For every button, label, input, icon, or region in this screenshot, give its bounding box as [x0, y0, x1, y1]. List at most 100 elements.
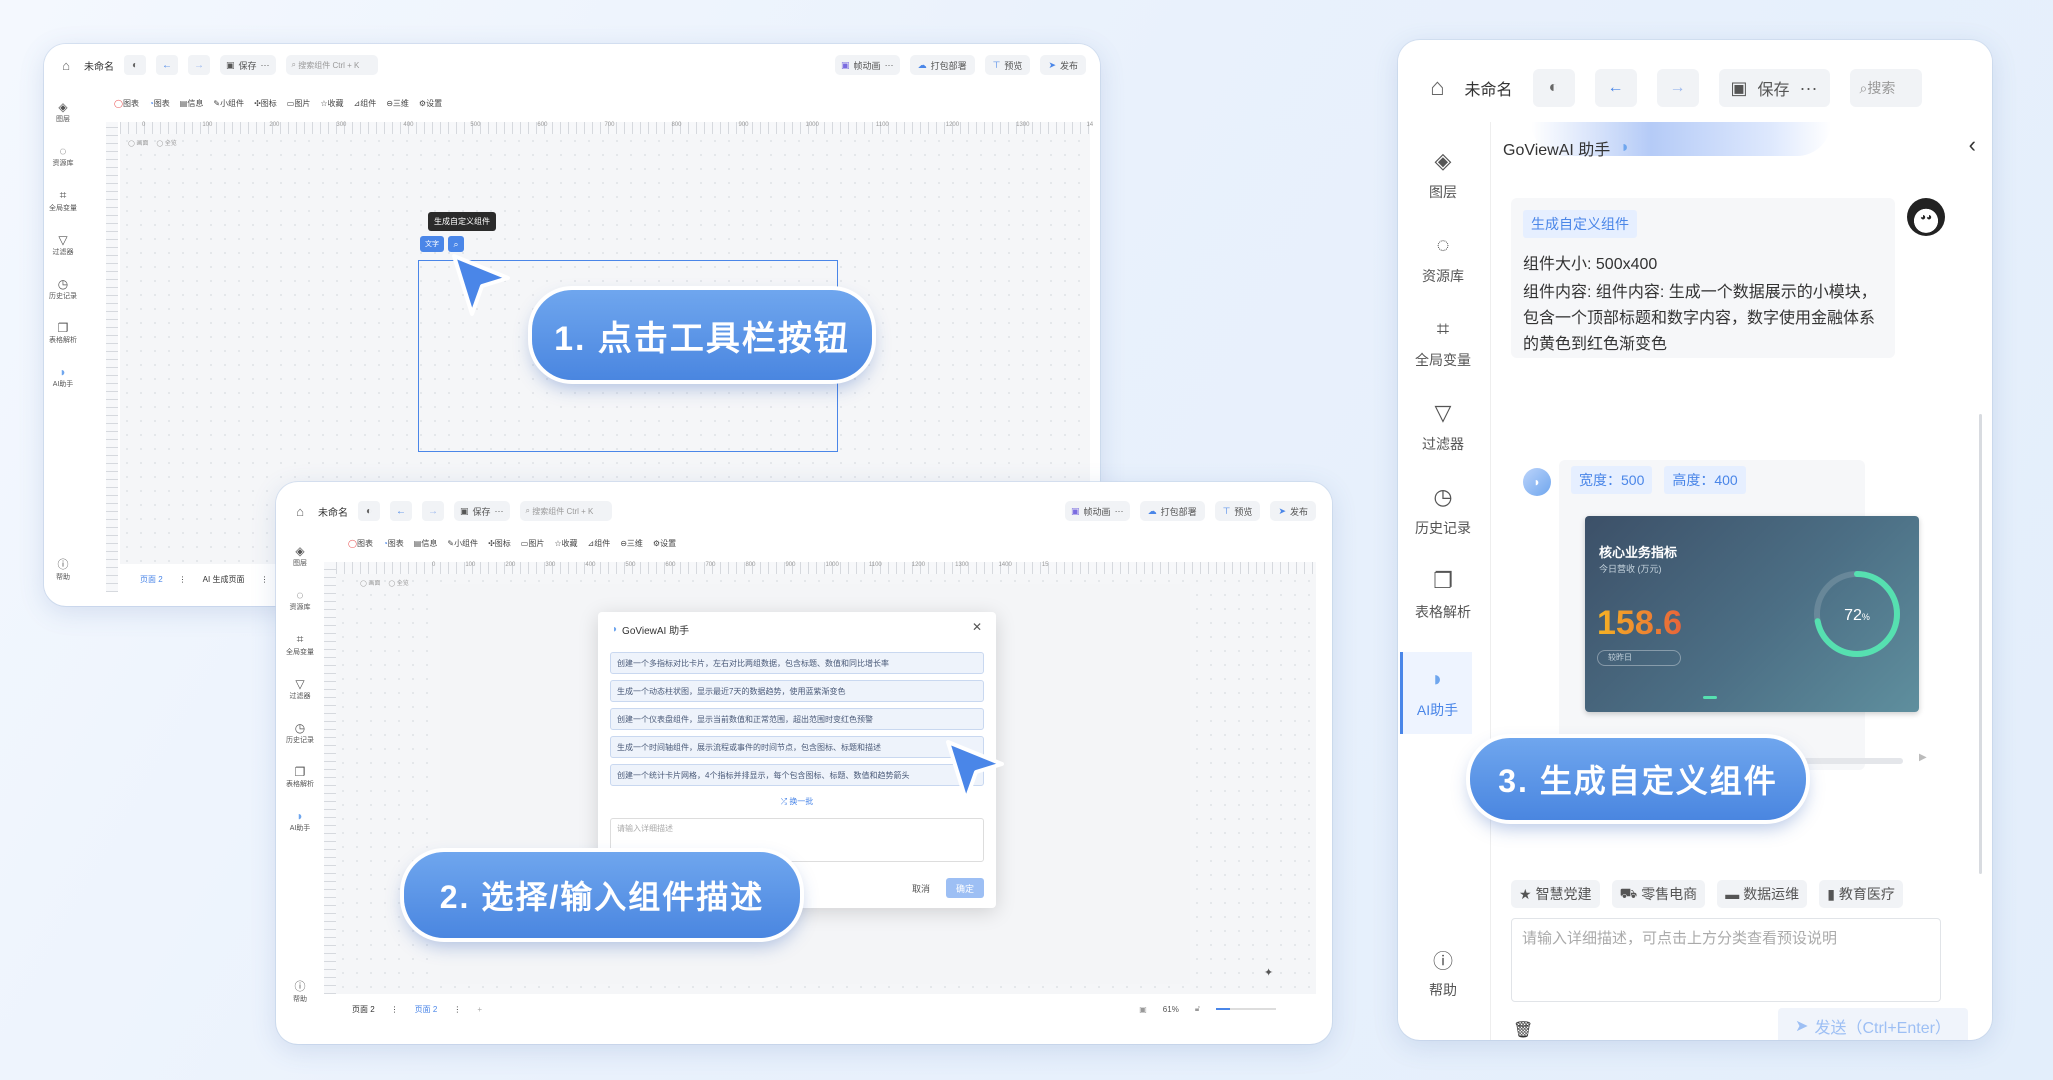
sidebar-item-variables[interactable]: ⌗ 全局变量 — [286, 632, 314, 657]
send-button[interactable]: ➤ 发送（Ctrl+Enter） — [1778, 1008, 1968, 1040]
toggle-overview[interactable]: ◯ 全览 — [388, 578, 408, 587]
sidebar-item-filter[interactable]: ▽ 过滤器 — [53, 233, 74, 257]
lock-icon[interactable]: 🔓︎ — [1195, 1004, 1200, 1014]
collapse-icon[interactable]: ‹ — [1969, 132, 1976, 158]
text-button[interactable]: 文字 — [420, 236, 444, 252]
sidebar-item-resources[interactable]: ◌ 资源库 — [53, 144, 74, 168]
sidebar-item-variables[interactable]: ⌗ 全局变量 — [1415, 316, 1471, 370]
category-retail[interactable]: ⛟ 零售电商 — [1611, 880, 1706, 908]
category-ops[interactable]: ▬ 数据运维 — [1717, 880, 1808, 908]
toggle-overview[interactable]: ◯ 全览 — [156, 138, 176, 147]
save-button[interactable]: ▣ 保存 ··· — [220, 55, 276, 75]
tab-component[interactable]: ⊿组件 — [354, 98, 377, 109]
undo-icon[interactable]: ← — [1594, 69, 1637, 107]
home-icon[interactable]: ⌂ — [292, 504, 308, 519]
sidebar-item-history[interactable]: ◷ 历史记录 — [49, 277, 77, 301]
tab-info[interactable]: ▤信息 — [180, 98, 204, 109]
sidebar-item-layers[interactable]: ◈ 图层 — [1429, 148, 1457, 202]
tab-settings[interactable]: ⚙设置 — [653, 538, 676, 549]
refresh-button[interactable]: ⤮ 换一批 — [598, 796, 996, 807]
page-tab-active[interactable]: 页面 2 — [415, 1004, 438, 1015]
tab-image[interactable]: ▭图片 — [521, 538, 545, 549]
save-button[interactable]: ▣ 保存 ··· — [454, 501, 510, 521]
sidebar-item-variables[interactable]: ⌗ 全局变量 — [49, 188, 77, 213]
tab-settings[interactable]: ⚙设置 — [419, 98, 442, 109]
tab-icon[interactable]: ✣图标 — [488, 538, 511, 549]
suggestion-item[interactable]: 生成一个动态柱状图，显示最近7天的数据趋势，使用蓝紫渐变色 — [610, 680, 984, 702]
suggestion-item[interactable]: 创建一个多指标对比卡片，左右对比两组数据，包含标题、数值和同比增长率 — [610, 652, 984, 674]
sidebar-help[interactable]: ⓘ 帮助 — [56, 556, 70, 582]
preview-button[interactable]: ⊤ 预览 — [984, 55, 1031, 75]
tab-chart[interactable]: ◯图表 — [114, 98, 139, 109]
tab-chart-2[interactable]: ◔图表 — [383, 538, 404, 549]
sidebar-help[interactable]: ⓘ 帮助 — [1429, 945, 1457, 1000]
preview-button[interactable]: ⊤ 预览 — [1214, 501, 1261, 521]
theme-icon[interactable]: ◐ — [1532, 69, 1575, 107]
tab-icon[interactable]: ✣图标 — [254, 98, 277, 109]
sidebar-item-layers[interactable]: ◈ 图层 — [56, 100, 70, 124]
home-icon[interactable]: ⌂ — [1430, 74, 1445, 102]
suggestion-item[interactable]: 生成一个时间轴组件，展示流程或事件的时间节点，包含图标、标题和描述 — [610, 736, 984, 758]
ai-page-tab[interactable]: AI 生成页面 — [203, 574, 245, 585]
search-input[interactable]: ⌕ 搜索 — [1849, 69, 1922, 107]
sidebar-item-table[interactable]: ❐ 表格解析 — [286, 765, 314, 789]
category-smart-party[interactable]: ★ 智慧党建 — [1511, 880, 1600, 908]
home-icon[interactable]: ⌂ — [58, 58, 74, 73]
sidebar-item-layers[interactable]: ◈ 图层 — [293, 544, 307, 568]
tab-chart-2[interactable]: ◔图表 — [149, 98, 170, 109]
sidebar-item-filter[interactable]: ▽ 过滤器 — [1422, 400, 1464, 454]
toggle-canvas[interactable]: ◯ 画面 — [128, 138, 148, 147]
add-page-icon[interactable]: + — [477, 1005, 482, 1014]
tab-image[interactable]: ▭图片 — [287, 98, 311, 109]
publish-button[interactable]: ➤ 发布 — [1270, 501, 1316, 521]
cancel-button[interactable]: 取消 — [901, 878, 940, 898]
tab-favorite[interactable]: ☆收藏 — [554, 538, 577, 549]
animation-button[interactable]: ▣ 帧动画 ··· — [1065, 501, 1130, 521]
tab-widget[interactable]: ✎小组件 — [213, 98, 244, 109]
zoom-level[interactable]: 61% — [1163, 1005, 1179, 1014]
component-preview[interactable]: 核心业务指标 今日营收 (万元) 158.6 较昨日 72% — [1585, 516, 1919, 712]
tab-widget[interactable]: ✎小组件 — [447, 538, 478, 549]
tab-3d[interactable]: ⊖三维 — [620, 538, 643, 549]
package-button[interactable]: ☁ 打包部署 — [909, 55, 975, 75]
generate-component-button[interactable]: ⌕ — [448, 236, 464, 252]
sidebar-item-table[interactable]: ❐ 表格解析 — [1415, 568, 1471, 622]
close-icon[interactable]: ✕ — [972, 620, 982, 634]
undo-icon[interactable]: ← — [156, 55, 178, 75]
sidebar-item-ai[interactable]: ◗ AI助手 — [290, 809, 311, 833]
trash-icon[interactable]: 🗑︎ — [1513, 1020, 1533, 1040]
theme-icon[interactable]: ◐ — [358, 501, 380, 521]
sidebar-item-resources[interactable]: ◌ 资源库 — [1422, 232, 1464, 286]
tab-favorite[interactable]: ☆收藏 — [320, 98, 343, 109]
sidebar-help[interactable]: ⓘ 帮助 — [293, 978, 307, 1004]
suggestion-item[interactable]: 创建一个统计卡片网格，4个指标并排显示，每个包含图标、标题、数值和趋势箭头 — [610, 764, 984, 786]
sidebar-item-filter[interactable]: ▽ 过滤器 — [290, 677, 311, 701]
undo-icon[interactable]: ← — [390, 501, 412, 521]
redo-icon[interactable]: → — [422, 501, 444, 521]
animation-button[interactable]: ▣ 帧动画 ··· — [835, 55, 900, 75]
layout-icon[interactable]: ▣ — [1139, 1005, 1147, 1014]
toggle-canvas[interactable]: ◯ 画面 — [360, 578, 380, 587]
sidebar-item-history[interactable]: ◷ 历史记录 — [286, 721, 314, 745]
theme-icon[interactable]: ◐ — [124, 55, 146, 75]
package-button[interactable]: ☁ 打包部署 — [1139, 501, 1205, 521]
tab-info[interactable]: ▤信息 — [414, 538, 438, 549]
confirm-button[interactable]: 确定 — [946, 878, 984, 898]
sidebar-item-ai[interactable]: ◗ AI助手 — [53, 365, 74, 389]
scroll-right-icon[interactable]: ▶ — [1919, 752, 1927, 763]
tab-3d[interactable]: ⊖三维 — [386, 98, 409, 109]
page-tab[interactable]: 页面 2 — [352, 1004, 375, 1015]
redo-icon[interactable]: → — [1656, 69, 1699, 107]
save-button[interactable]: ▣ 保存 ··· — [1718, 69, 1830, 107]
panel-scrollbar[interactable] — [1979, 414, 1982, 874]
sidebar-item-table[interactable]: ❐ 表格解析 — [49, 321, 77, 345]
zoom-slider[interactable] — [1216, 1008, 1276, 1010]
description-textarea[interactable]: 请输入详细描述，可点击上方分类查看预设说明 — [1511, 918, 1941, 1002]
publish-button[interactable]: ➤ 发布 — [1040, 55, 1086, 75]
sidebar-item-resources[interactable]: ◌ 资源库 — [290, 588, 311, 612]
redo-icon[interactable]: → — [188, 55, 210, 75]
sidebar-item-ai[interactable]: ◗ AI助手 — [1400, 652, 1472, 734]
tab-component[interactable]: ⊿组件 — [588, 538, 611, 549]
category-education[interactable]: ▮ 教育医疗 — [1819, 880, 1903, 908]
search-input[interactable]: ⌕ 搜索组件 Ctrl + K — [519, 501, 612, 521]
